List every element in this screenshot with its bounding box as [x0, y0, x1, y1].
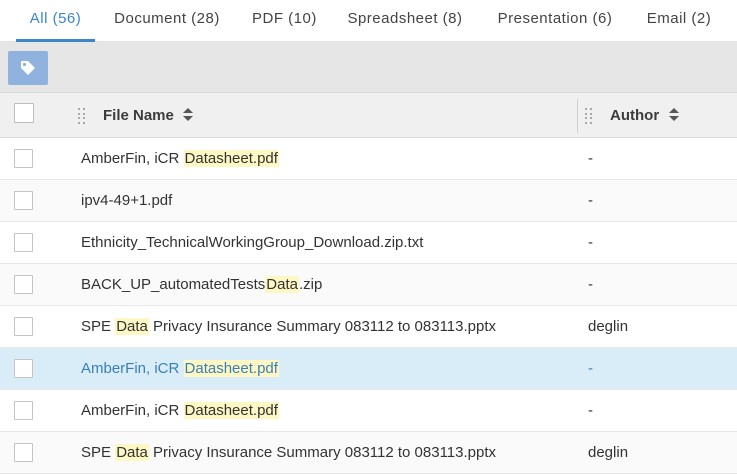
file-name-text: Ethnicity_TechnicalWorkingGroup_Download…	[81, 234, 424, 251]
file-name-cell[interactable]: SPE Data Privacy Insurance Summary 08311…	[81, 306, 496, 347]
column-header-file-name[interactable]: File Name	[103, 93, 174, 138]
row-checkbox[interactable]	[14, 233, 33, 252]
author-cell: -	[588, 192, 593, 209]
author-cell: -	[588, 150, 593, 167]
author-cell: deglin	[588, 444, 629, 461]
file-name-text: AmberFin, iCR	[81, 402, 184, 419]
file-name-cell[interactable]: ipv4-49+1.pdf	[81, 180, 172, 221]
row-checkbox[interactable]	[14, 191, 33, 210]
table-row[interactable]: BACK_UP_automatedTestsData.zip -	[0, 264, 737, 306]
file-name-text: AmberFin, iCR	[81, 360, 184, 377]
author-drag-handle-icon[interactable]	[585, 108, 593, 124]
file-name-cell[interactable]: BACK_UP_automatedTestsData.zip	[81, 264, 322, 305]
search-highlight: Datasheet.pdf	[183, 150, 279, 167]
table-row[interactable]: SPE Data Privacy Insurance Summary 08311…	[0, 432, 737, 474]
toolbar	[0, 42, 737, 93]
file-name-text: Privacy Insurance Summary 083112 to 0831…	[148, 444, 497, 461]
tab-presentation[interactable]: Presentation (6)	[495, 0, 615, 42]
file-name-drag-handle-icon[interactable]	[78, 108, 86, 124]
filter-tabs: All (56) Document (28) PDF (10) Spreadsh…	[0, 0, 737, 42]
author-cell: -	[588, 402, 593, 419]
tab-email[interactable]: Email (2)	[646, 0, 712, 42]
search-highlight: Data	[115, 444, 149, 461]
author-cell: -	[588, 276, 593, 293]
row-checkbox[interactable]	[14, 317, 33, 336]
tag-icon	[21, 61, 35, 75]
file-name-cell[interactable]: AmberFin, iCR Datasheet.pdf	[81, 390, 279, 431]
column-header-author[interactable]: Author	[610, 93, 659, 138]
file-name-cell[interactable]: AmberFin, iCR Datasheet.pdf	[81, 348, 279, 389]
table-row[interactable]: AmberFin, iCR Datasheet.pdf -	[0, 390, 737, 432]
tab-spreadsheet[interactable]: Spreadsheet (8)	[346, 0, 464, 42]
file-list: AmberFin, iCR Datasheet.pdf - ipv4-49+1.pd…	[0, 138, 737, 474]
tab-document[interactable]: Document (28)	[112, 0, 222, 42]
row-checkbox[interactable]	[14, 149, 33, 168]
search-highlight: Datasheet.pdf	[183, 360, 279, 377]
file-name-text: SPE	[81, 318, 116, 335]
row-checkbox[interactable]	[14, 275, 33, 294]
table-row[interactable]: SPE Data Privacy Insurance Summary 08311…	[0, 306, 737, 348]
row-checkbox[interactable]	[14, 443, 33, 462]
row-checkbox[interactable]	[14, 359, 33, 378]
tab-pdf[interactable]: PDF (10)	[252, 0, 316, 42]
file-name-cell[interactable]: AmberFin, iCR Datasheet.pdf	[81, 138, 279, 179]
author-cell: deglin	[588, 318, 629, 335]
search-highlight: Data	[265, 276, 299, 293]
author-cell: -	[588, 234, 593, 251]
search-highlight: Data	[115, 318, 149, 335]
file-name-sort-icon[interactable]	[183, 108, 193, 122]
table-row[interactable]: Ethnicity_TechnicalWorkingGroup_Download…	[0, 222, 737, 264]
table-row[interactable]: AmberFin, iCR Datasheet.pdf -	[0, 138, 737, 180]
tag-button[interactable]	[8, 51, 48, 85]
file-name-text: Privacy Insurance Summary 083112 to 0831…	[148, 318, 497, 335]
search-highlight: Datasheet.pdf	[183, 402, 279, 419]
select-all-checkbox[interactable]	[14, 103, 34, 123]
file-name-text: ipv4-49+1.pdf	[81, 192, 173, 209]
file-name-text: BACK_UP_automatedTests	[81, 276, 266, 293]
author-cell: -	[588, 360, 593, 377]
file-name-cell[interactable]: Ethnicity_TechnicalWorkingGroup_Download…	[81, 222, 423, 263]
table-header: File Name Author	[0, 93, 737, 138]
file-name-cell[interactable]: SPE Data Privacy Insurance Summary 08311…	[81, 432, 496, 473]
row-checkbox[interactable]	[14, 401, 33, 420]
tab-all[interactable]: All (56)	[16, 0, 95, 42]
table-row[interactable]: AmberFin, iCR Datasheet.pdf -	[0, 348, 737, 390]
file-name-text: SPE	[81, 444, 116, 461]
author-sort-icon[interactable]	[669, 108, 679, 122]
table-row[interactable]: ipv4-49+1.pdf -	[0, 180, 737, 222]
file-name-text: AmberFin, iCR	[81, 150, 184, 167]
column-divider[interactable]	[577, 99, 578, 133]
file-name-text: .zip	[298, 276, 323, 293]
